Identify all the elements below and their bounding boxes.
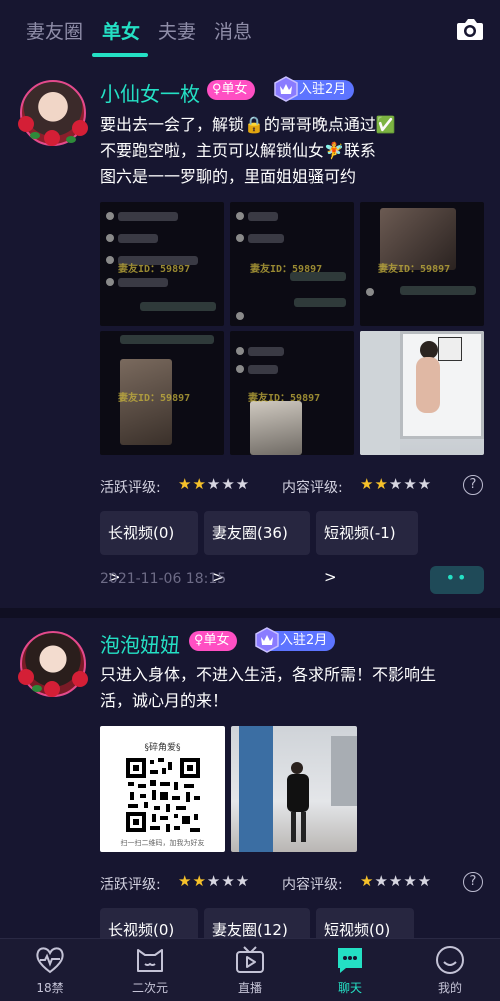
tab-messages[interactable]: 消息 [214, 17, 252, 44]
nav-item-anime[interactable]: 二次元 [100, 939, 200, 1001]
join-duration-badge: 入驻2月 [274, 76, 355, 102]
username[interactable]: 小仙女一枚 [100, 78, 200, 107]
join-duration-badge: 入驻2月 [255, 627, 336, 653]
short-video-link[interactable]: 短视频(-1) > [316, 511, 418, 586]
tab-wife-circle[interactable]: 妻友圈 [26, 17, 83, 44]
activity-rating-label: 活跃评级: [100, 480, 161, 496]
qr-code-icon [124, 756, 202, 834]
crown-gem-icon [255, 627, 279, 653]
content-rating-label: 内容评级: [282, 877, 343, 893]
post-divider [0, 608, 500, 618]
post-photo[interactable]: 妻友ID：59897 [230, 331, 354, 455]
activity-stars: ★★★★★ [178, 872, 251, 890]
nav-item-live[interactable]: 直播 [200, 939, 300, 1001]
camera-icon[interactable] [456, 16, 484, 42]
active-tab-indicator [92, 53, 148, 57]
post-photo-qr[interactable]: §碎角爱§ 扫一扫二维码，加我为好友 [100, 726, 225, 852]
help-question-icon[interactable]: ? [463, 475, 483, 495]
content-rating-label: 内容评级: [282, 480, 343, 496]
content-stars: ★★★★★ [360, 872, 433, 890]
post-photo[interactable] [231, 726, 357, 852]
long-video-link[interactable]: 长视频(0) > [100, 511, 198, 586]
post-photo[interactable]: 妻友ID：59897 [230, 202, 354, 326]
tv-play-icon [236, 946, 264, 973]
content-stars: ★★★★★ [360, 475, 433, 493]
nav-item-chat[interactable]: 聊天 [300, 939, 400, 1001]
username[interactable]: 泡泡妞妞 [100, 629, 180, 658]
post-text: 要出去一会了，解锁🔒的哥哥晚点通过✅ 不要跑空啦，主页可以解锁仙女🧚联系 图六是… [100, 115, 396, 186]
female-badge: ♀单女 [207, 80, 255, 100]
smiley-face-icon [436, 946, 464, 974]
nav-item-18[interactable]: 18禁 [0, 939, 100, 1001]
cat-face-icon [137, 949, 163, 972]
post-text: 只进入身体，不进入生活，各求所需！不影响生 活，诚心月的来！ [100, 665, 437, 710]
wife-circle-link[interactable]: 妻友圈(36) > [204, 511, 310, 586]
avatar[interactable] [18, 80, 88, 146]
bottom-navigation: 18禁 二次元 直播 聊天 我的 [0, 938, 500, 1001]
post-photo[interactable] [360, 331, 484, 455]
activity-rating-label: 活跃评级: [100, 877, 161, 893]
more-options-button[interactable]: •• [430, 566, 484, 594]
post-timestamp: 2021-11-06 18:15 [100, 571, 227, 587]
tab-couples[interactable]: 夫妻 [158, 17, 196, 44]
activity-stars: ★★★★★ [178, 475, 251, 493]
post-photo[interactable]: 妻友ID：59897 [100, 331, 224, 455]
crown-gem-icon [274, 76, 298, 102]
post-photo[interactable]: 妻友ID：59897 [360, 202, 484, 326]
help-question-icon[interactable]: ? [463, 872, 483, 892]
nav-item-me[interactable]: 我的 [400, 939, 500, 1001]
heart-pulse-icon [36, 947, 64, 974]
tab-single-female[interactable]: 单女 [102, 17, 140, 44]
female-badge: ♀单女 [189, 631, 237, 651]
chat-bubble-icon [338, 948, 362, 973]
top-tab-bar: 妻友圈 单女 夫妻 消息 [0, 0, 500, 60]
post-photo[interactable]: 妻友ID：59897 [100, 202, 224, 326]
avatar[interactable] [18, 631, 88, 697]
